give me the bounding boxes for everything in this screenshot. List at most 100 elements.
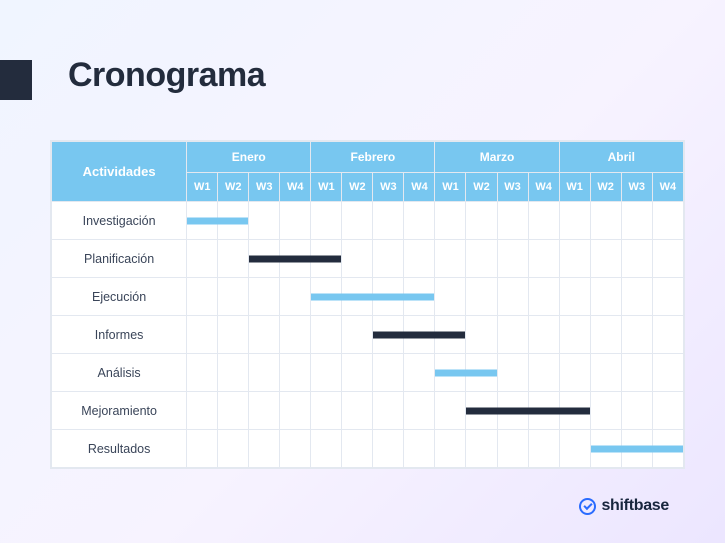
title-accent-block: [0, 60, 32, 100]
gantt-cell: [497, 240, 528, 278]
gantt-bar-segment: [372, 293, 404, 300]
gantt-cell: [342, 278, 373, 316]
gantt-bar-segment: [279, 255, 311, 262]
gantt-cell: [466, 316, 497, 354]
gantt-cell: [218, 392, 249, 430]
gantt-cell: [559, 278, 590, 316]
gantt-bar-segment: [621, 445, 653, 452]
header-week: W4: [528, 173, 559, 202]
header-week: W1: [311, 173, 342, 202]
gantt-bar-segment: [373, 331, 404, 338]
gantt-cell: [435, 316, 466, 354]
gantt-bar-segment: [497, 407, 529, 414]
gantt-cell: [528, 392, 559, 430]
gantt-cell: [404, 354, 435, 392]
gantt-cell: [497, 392, 528, 430]
gantt-cell: [249, 240, 280, 278]
activity-label: Resultados: [52, 430, 187, 468]
gantt-cell: [249, 278, 280, 316]
header-week: W3: [373, 173, 404, 202]
gantt-cell: [311, 278, 342, 316]
gantt-cell: [373, 202, 404, 240]
gantt-cell: [590, 316, 621, 354]
gantt-cell: [187, 392, 218, 430]
gantt-bar-segment: [187, 217, 218, 224]
gantt-cell: [621, 392, 652, 430]
gantt-cell: [559, 430, 590, 468]
gantt-cell: [466, 278, 497, 316]
gantt-bar-segment: [465, 369, 496, 376]
gantt-cell: [373, 354, 404, 392]
gantt-cell: [280, 278, 311, 316]
gantt-cell: [280, 430, 311, 468]
gantt-cell: [435, 430, 466, 468]
gantt-cell: [621, 354, 652, 392]
gantt-cell: [435, 202, 466, 240]
gantt-cell: [342, 392, 373, 430]
gantt-cell: [249, 316, 280, 354]
gantt-bar-segment: [341, 293, 373, 300]
gantt-cell: [342, 240, 373, 278]
header-month: Enero: [187, 142, 311, 173]
gantt-cell: [404, 430, 435, 468]
gantt-cell: [497, 202, 528, 240]
gantt-row: Mejoramiento: [52, 392, 684, 430]
header-week: W4: [404, 173, 435, 202]
gantt-bar-segment: [310, 255, 341, 262]
gantt-cell: [373, 430, 404, 468]
gantt-cell: [249, 354, 280, 392]
gantt-cell: [652, 202, 683, 240]
gantt-cell: [404, 202, 435, 240]
gantt-cell: [404, 392, 435, 430]
activity-label: Análisis: [52, 354, 187, 392]
gantt-cell: [435, 392, 466, 430]
gantt-cell: [466, 240, 497, 278]
activity-label: Investigación: [52, 202, 187, 240]
gantt-cell: [435, 278, 466, 316]
gantt-cell: [621, 202, 652, 240]
gantt-cell: [497, 278, 528, 316]
gantt-cell: [652, 354, 683, 392]
header-month: Marzo: [435, 142, 559, 173]
gantt-cell: [280, 202, 311, 240]
gantt-cell: [249, 392, 280, 430]
gantt-cell: [404, 240, 435, 278]
gantt-cell: [373, 316, 404, 354]
gantt-cell: [559, 316, 590, 354]
gantt-cell: [652, 278, 683, 316]
page-title: Cronograma: [68, 56, 265, 95]
gantt-cell: [218, 316, 249, 354]
gantt-cell: [497, 354, 528, 392]
header-week: W2: [218, 173, 249, 202]
gantt-cell: [280, 240, 311, 278]
gantt-cell: [528, 430, 559, 468]
gantt-cell: [590, 430, 621, 468]
gantt-row: Investigación: [52, 202, 684, 240]
gantt-cell: [466, 430, 497, 468]
gantt-cell: [218, 202, 249, 240]
gantt-bar-segment: [403, 331, 435, 338]
gantt-cell: [187, 240, 218, 278]
gantt-cell: [652, 316, 683, 354]
gantt-cell: [187, 354, 218, 392]
gantt-cell: [621, 316, 652, 354]
gantt-bar-segment: [217, 217, 248, 224]
gantt-cell: [497, 316, 528, 354]
header-week: W3: [621, 173, 652, 202]
gantt-cell: [404, 316, 435, 354]
gantt-cell: [590, 278, 621, 316]
gantt-bar-segment: [311, 293, 342, 300]
gantt-cell: [466, 392, 497, 430]
header-week: W2: [590, 173, 621, 202]
activity-label: Planificación: [52, 240, 187, 278]
gantt-cell: [528, 354, 559, 392]
gantt-cell: [404, 278, 435, 316]
header-week: W4: [280, 173, 311, 202]
brand-logo: shiftbase: [579, 497, 669, 515]
brand-logo-text: shiftbase: [601, 497, 669, 515]
gantt-cell: [528, 240, 559, 278]
gantt-cell: [280, 354, 311, 392]
gantt-row: Planificación: [52, 240, 684, 278]
gantt-cell: [342, 202, 373, 240]
gantt-bar-segment: [652, 445, 683, 452]
